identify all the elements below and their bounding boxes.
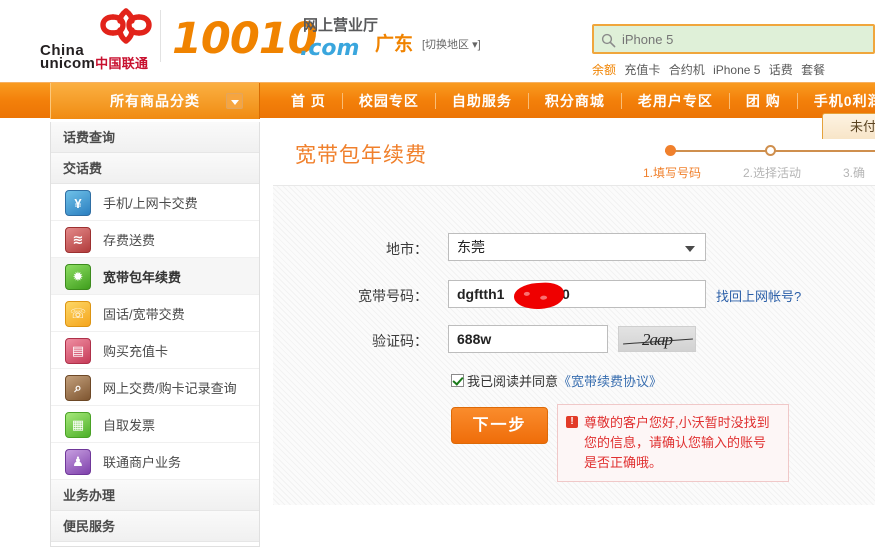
sidebar-head-bill-query[interactable]: 话费查询	[51, 122, 259, 153]
broadband-input[interactable]: dgftth1480	[448, 280, 706, 309]
sidebar-item-landline-broadband-payment[interactable]: ☏ 固话/宽带交费	[51, 295, 259, 332]
sidebar-item-label: 购买充值卡	[103, 343, 169, 359]
merchant-icon: ♟	[65, 449, 91, 475]
nav-item-existing-users[interactable]: 老用户专区	[622, 83, 729, 119]
city-select-value: 东莞	[457, 239, 485, 255]
unpaid-orders-tab[interactable]: 未付款	[822, 113, 875, 139]
hot-keywords: 余额 充值卡 合约机 iPhone 5 话费 套餐	[592, 61, 875, 78]
invoice-icon: ▦	[65, 412, 91, 438]
sidebar-item-broadband-annual-renewal[interactable]: ✹ 宽带包年续费	[51, 258, 259, 295]
step-label-2: 2.选择活动	[743, 166, 802, 180]
region-name: 广东	[375, 34, 414, 55]
sidebar-item-merchant-business[interactable]: ♟ 联通商户业务	[51, 443, 259, 480]
sidebar-item-payment-records[interactable]: ⌕ 网上交费/购卡记录查询	[51, 369, 259, 406]
all-categories-label: 所有商品分类	[110, 93, 200, 109]
sidebar-item-label: 固话/宽带交费	[103, 306, 185, 322]
next-step-button[interactable]: 下一步	[451, 407, 548, 444]
agreement-row[interactable]: 我已阅读并同意 《宽带续费协议》	[451, 371, 662, 390]
step-label-3: 3.确	[843, 166, 866, 180]
hot-keyword-4[interactable]: 话费	[769, 63, 793, 77]
sidebar-head-convenience-services[interactable]: 便民服务	[51, 511, 259, 542]
sidebar-item-label: 网上交费/购卡记录查询	[103, 380, 237, 396]
recover-account-link[interactable]: 找回上网帐号?	[716, 286, 801, 305]
left-sidebar: 话费查询 交话费 ¥ 手机/上网卡交费 ≋ 存费送费 ✹ 宽带包年续费 ☏ 固话…	[50, 122, 260, 547]
nav-item-campus[interactable]: 校园专区	[343, 83, 435, 119]
nav-item-selfservice[interactable]: 自助服务	[436, 83, 528, 119]
captcha-label: 验证码：	[372, 333, 428, 349]
logo-line2: unicom	[40, 55, 96, 72]
hot-keyword-1[interactable]: 充值卡	[624, 63, 660, 77]
sidebar-item-label: 存费送费	[103, 232, 156, 248]
recharge-card-icon: ▤	[65, 338, 91, 364]
sidebar-item-label: 宽带包年续费	[103, 269, 182, 285]
agreement-text: 我已阅读并同意	[467, 374, 559, 389]
error-message-box: ! 尊敬的客户您好,小沃暂时没找到您的信息，请确认您输入的账号是否正确哦。	[557, 404, 789, 482]
all-categories-button[interactable]: 所有商品分类	[50, 83, 260, 119]
hot-keyword-3[interactable]: iPhone 5	[713, 63, 760, 77]
broadband-label: 宽带号码：	[358, 288, 428, 304]
broadband-value-prefix: dgftth1	[457, 286, 505, 302]
step-label-1: 1.填写号码	[643, 166, 702, 180]
agreement-checkbox[interactable]	[451, 374, 464, 387]
agreement-link[interactable]: 《宽带续费协议》	[558, 371, 662, 390]
telephone-icon: ☏	[65, 301, 91, 327]
captcha-input[interactable]: 688w	[448, 325, 608, 353]
search-icon	[601, 33, 616, 48]
captcha-input-value: 688w	[457, 331, 492, 347]
logo-wordmark: China unicom中国联通	[40, 43, 149, 72]
step-dot-2	[765, 145, 776, 156]
mobile-payment-icon: ¥	[65, 190, 91, 216]
chevron-down-icon	[685, 246, 695, 252]
record-search-icon: ⌕	[65, 375, 91, 401]
step-indicator: 1.填写号码 2.选择活动 3.确	[643, 142, 875, 187]
search-input[interactable]	[620, 26, 869, 52]
hot-keyword-2[interactable]: 合约机	[669, 63, 705, 77]
sidebar-item-label: 联通商户业务	[103, 454, 182, 470]
brand-dotcom: .com	[300, 36, 360, 61]
nav-item-list: 首 页 校园专区 自助服务 积分商城 老用户专区 团 购 手机0利润	[275, 83, 875, 119]
search-box[interactable]	[592, 24, 875, 54]
sidebar-item-label: 自取发票	[103, 417, 156, 433]
city-select[interactable]: 东莞	[448, 233, 706, 261]
search-area: 余额 充值卡 合约机 iPhone 5 话费 套餐	[592, 24, 875, 78]
nav-item-home[interactable]: 首 页	[275, 83, 342, 119]
sidebar-head-pay-bill[interactable]: 交话费	[51, 153, 259, 184]
logo-chinese: 中国联通	[95, 56, 149, 71]
city-label: 地市：	[386, 241, 428, 257]
brand-subtitle: 网上营业厅	[303, 17, 379, 34]
step-dot-1	[665, 145, 676, 156]
sidebar-item-deposit-bonus[interactable]: ≋ 存费送费	[51, 221, 259, 258]
sidebar-item-buy-recharge-card[interactable]: ▤ 购买充值卡	[51, 332, 259, 369]
china-unicom-logo[interactable]: China unicom中国联通	[40, 8, 185, 72]
page-header: China unicom中国联通 10010 .com 网上营业厅 广东 [切换…	[0, 0, 875, 82]
hot-keyword-0[interactable]: 余额	[592, 63, 616, 77]
sidebar-item-mobile-payment[interactable]: ¥ 手机/上网卡交费	[51, 184, 259, 221]
chevron-down-icon[interactable]	[226, 93, 243, 109]
main-navbar: 所有商品分类 首 页 校园专区 自助服务 积分商城 老用户专区 团 购 手机0利…	[0, 82, 875, 119]
page-title: 宽带包年续费	[295, 144, 427, 167]
sidebar-head-business-handling[interactable]: 业务办理	[51, 480, 259, 511]
nav-item-points-mall[interactable]: 积分商城	[529, 83, 621, 119]
sidebar-item-self-invoice[interactable]: ▦ 自取发票	[51, 406, 259, 443]
captcha-image[interactable]: 2aap	[618, 326, 696, 352]
globe-icon: ✹	[65, 264, 91, 290]
region-switch-link[interactable]: [切换地区 ▾]	[422, 36, 481, 52]
coins-icon: ≋	[65, 227, 91, 253]
nav-item-group-buy[interactable]: 团 购	[730, 83, 797, 119]
sidebar-item-label: 手机/上网卡交费	[103, 195, 198, 211]
brand-number: 10010	[172, 14, 318, 64]
error-message-text: 尊敬的客户您好,小沃暂时没找到您的信息，请确认您输入的账号是否正确哦。	[584, 415, 770, 470]
logo-divider	[160, 10, 161, 62]
error-icon: !	[566, 416, 578, 428]
hot-keyword-5[interactable]: 套餐	[801, 63, 825, 77]
